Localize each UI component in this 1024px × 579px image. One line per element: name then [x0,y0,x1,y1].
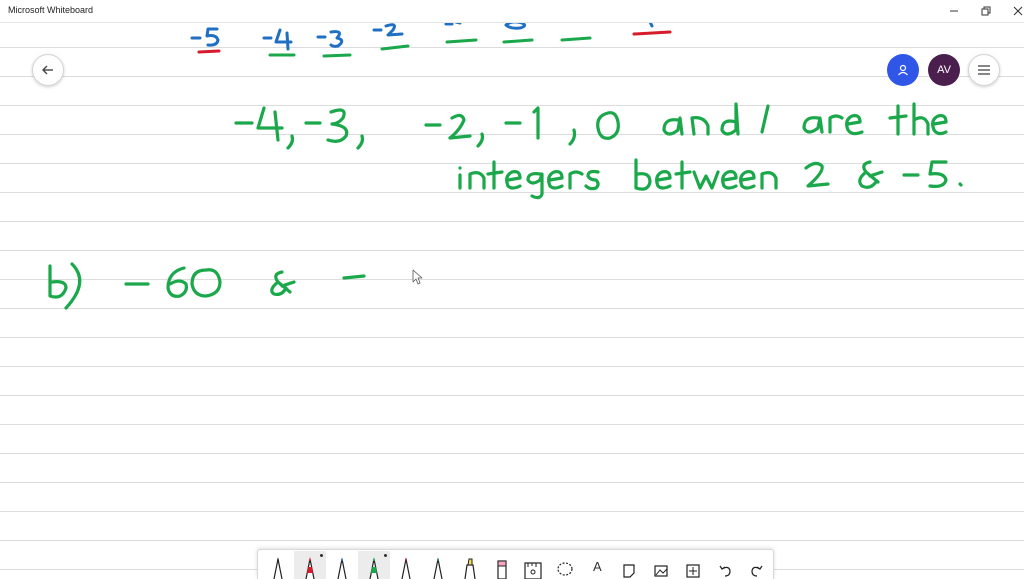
blue-pen-icon [337,557,347,579]
title-bar: Microsoft Whiteboard [0,0,1024,23]
ruler-tool[interactable] [518,551,550,579]
sticky-note-icon [623,564,635,578]
selected-dot [319,554,323,557]
redo-tool[interactable] [741,551,773,579]
ink-line-1 [234,102,948,150]
undo-tool[interactable] [709,551,741,579]
restore-button[interactable] [970,0,1002,22]
sticky-note-tool[interactable] [613,551,645,579]
ruler-icon [524,562,543,579]
black-pen-icon [273,557,283,579]
add-tool[interactable] [677,551,709,579]
share-button[interactable] [887,54,919,86]
undo-icon [719,565,731,577]
selected-dot [383,554,387,557]
restore-icon [981,6,991,16]
number-line-labels [190,20,654,51]
avatar-initials: AV [937,64,951,76]
text-tool[interactable]: A [581,551,613,579]
back-button[interactable] [32,54,64,86]
eraser-icon [496,560,507,579]
highlighter-icon [463,558,476,579]
teal-pen-icon [433,557,443,579]
text-icon: A [593,559,602,574]
person-icon [898,64,908,76]
app-title: Microsoft Whiteboard [8,5,94,15]
close-button[interactable] [1002,0,1024,22]
lasso-tool[interactable] [549,551,581,579]
ink-line-3 [48,262,366,310]
close-icon [1013,6,1023,16]
green-pen-tool[interactable] [357,551,390,579]
mouse-cursor-icon [412,269,423,285]
avatar[interactable]: AV [928,54,960,86]
highlighter-tool[interactable] [454,551,486,579]
redo-icon [751,565,763,577]
red-pen-icon [305,557,315,579]
blue-pen-tool[interactable] [326,551,358,579]
eraser-tool[interactable] [486,551,518,579]
menu-button[interactable] [968,54,1000,86]
minimize-icon [950,10,958,12]
lasso-icon [557,562,574,576]
number-line-underlines [197,30,672,58]
image-icon [654,565,668,577]
ink-layer [48,20,963,310]
dark-red-pen-icon [401,557,411,579]
teal-pen-tool[interactable] [422,551,454,579]
black-pen-tool[interactable] [262,551,294,579]
hamburger-icon [978,65,990,75]
arrow-left-icon [42,65,53,75]
image-tool[interactable] [645,551,677,579]
red-pen-tool[interactable] [293,551,326,579]
add-icon [686,564,700,578]
ink-line-2 [458,158,963,200]
minimize-button[interactable] [938,0,970,22]
dark-red-pen-tool[interactable] [390,551,422,579]
green-pen-icon [369,557,379,579]
inking-toolbar: A [257,549,774,579]
